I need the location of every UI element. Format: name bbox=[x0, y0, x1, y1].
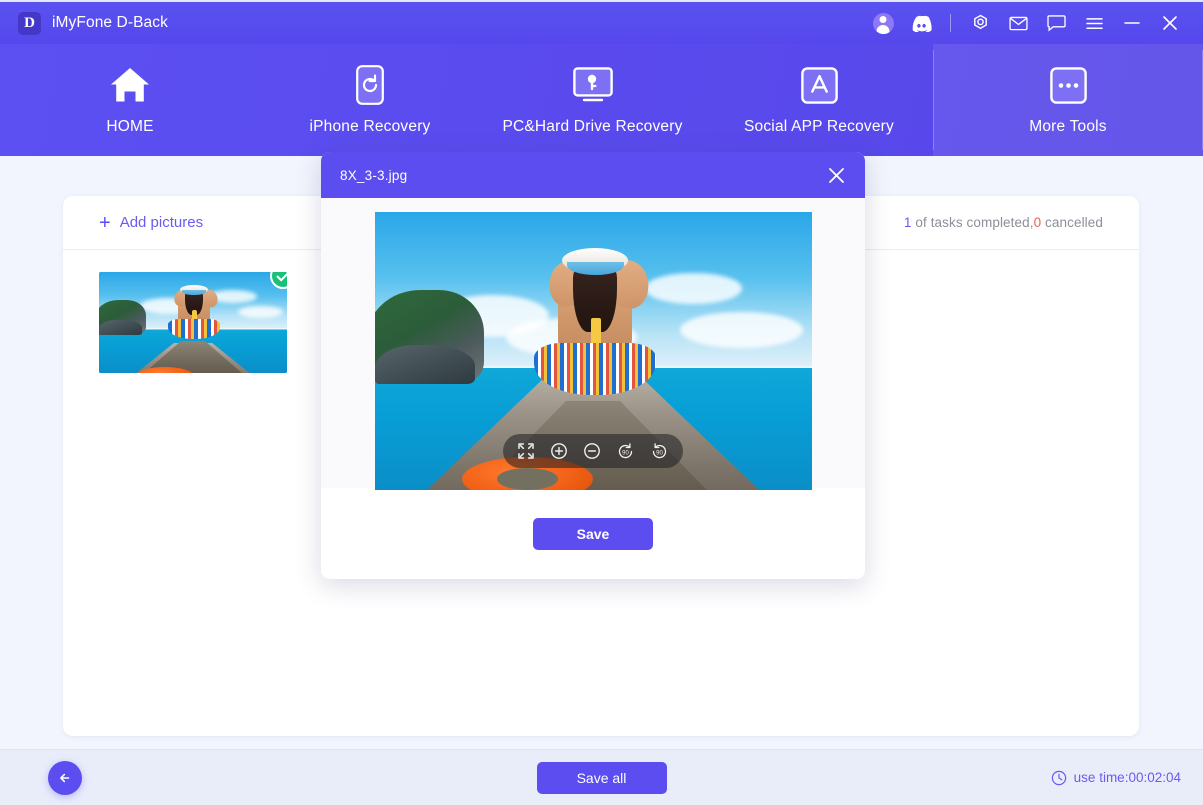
fullscreen-icon[interactable] bbox=[517, 442, 535, 460]
completed-text: of tasks completed, bbox=[911, 215, 1034, 230]
dialog-header: 8X_3-3.jpg bbox=[321, 152, 865, 198]
zoom-out-icon[interactable] bbox=[583, 442, 601, 460]
plus-icon: + bbox=[99, 211, 111, 234]
titlebar-divider bbox=[950, 14, 951, 32]
discord-icon[interactable] bbox=[902, 1, 940, 45]
target-icon[interactable] bbox=[961, 1, 999, 45]
main-navigation: HOME iPhone Recovery PC&Hard Drive Recov… bbox=[0, 44, 1203, 156]
phone-refresh-icon bbox=[356, 64, 384, 106]
nav-item-pc-hard-drive-recovery[interactable]: PC&Hard Drive Recovery bbox=[480, 44, 705, 156]
rotate-right-90-icon[interactable]: 90 bbox=[650, 442, 669, 461]
back-button[interactable] bbox=[48, 760, 82, 795]
home-icon bbox=[108, 64, 152, 106]
title-bar-actions bbox=[864, 1, 1203, 45]
rotate-left-90-icon[interactable]: 90 bbox=[616, 442, 635, 461]
app-window: D iMyFone D-Back HOME iPhone Recovery PC… bbox=[0, 0, 1203, 805]
bottom-bar: Save all use time:00:02:04 bbox=[0, 749, 1203, 805]
cancelled-text: cancelled bbox=[1041, 215, 1103, 230]
nav-item-more-tools[interactable]: More Tools bbox=[933, 44, 1203, 156]
chat-icon[interactable] bbox=[1037, 1, 1075, 45]
user-avatar-icon[interactable] bbox=[864, 1, 902, 45]
nav-label-more-tools: More Tools bbox=[1029, 118, 1107, 135]
nav-label-social-app-recovery: Social APP Recovery bbox=[744, 118, 894, 135]
app-logo: D bbox=[18, 11, 41, 35]
nav-item-iphone-recovery[interactable]: iPhone Recovery bbox=[260, 44, 480, 156]
nav-item-social-app-recovery[interactable]: Social APP Recovery bbox=[705, 44, 933, 156]
add-pictures-button[interactable]: + Add pictures bbox=[99, 213, 203, 233]
monitor-key-icon bbox=[572, 64, 613, 106]
ellipsis-box-icon bbox=[1049, 64, 1087, 106]
completed-count: 1 bbox=[903, 215, 912, 230]
clock-icon bbox=[1051, 770, 1066, 785]
menu-icon[interactable] bbox=[1075, 1, 1113, 45]
nav-label-iphone-recovery: iPhone Recovery bbox=[309, 118, 431, 135]
minimize-icon[interactable] bbox=[1113, 1, 1151, 45]
use-time-label: use time:00:02:04 bbox=[1073, 770, 1181, 785]
zoom-in-icon[interactable] bbox=[550, 442, 568, 460]
svg-text:90: 90 bbox=[657, 450, 664, 456]
thumbnail-item[interactable] bbox=[99, 272, 287, 373]
nav-label-pc-hard-drive-recovery: PC&Hard Drive Recovery bbox=[502, 118, 683, 135]
use-time-indicator: use time:00:02:04 bbox=[1051, 770, 1181, 786]
save-button[interactable]: Save bbox=[533, 517, 653, 550]
add-pictures-label: Add pictures bbox=[119, 214, 204, 231]
app-brand: D iMyFone D-Back bbox=[0, 11, 168, 35]
dialog-footer: Save bbox=[321, 488, 865, 579]
preview-image[interactable]: 90 90 bbox=[374, 212, 812, 490]
close-icon[interactable] bbox=[826, 165, 847, 186]
task-status-text: 1 of tasks completed,0 cancelled bbox=[904, 215, 1103, 230]
appstore-icon bbox=[800, 64, 838, 106]
nav-item-home[interactable]: HOME bbox=[0, 44, 260, 156]
image-preview-dialog: 8X_3-3.jpg 90 90 Save bbox=[321, 152, 865, 579]
arrow-left-icon bbox=[60, 773, 70, 782]
close-icon[interactable] bbox=[1151, 1, 1189, 45]
app-title: iMyFone D-Back bbox=[52, 14, 168, 31]
title-bar: D iMyFone D-Back bbox=[0, 0, 1203, 44]
dialog-body: 90 90 bbox=[321, 198, 865, 490]
mail-icon[interactable] bbox=[999, 1, 1037, 45]
image-toolbar: 90 90 bbox=[503, 434, 683, 468]
svg-text:90: 90 bbox=[622, 450, 629, 456]
save-all-button[interactable]: Save all bbox=[536, 761, 667, 794]
dialog-title: 8X_3-3.jpg bbox=[340, 167, 408, 183]
nav-label-home: HOME bbox=[106, 118, 154, 135]
